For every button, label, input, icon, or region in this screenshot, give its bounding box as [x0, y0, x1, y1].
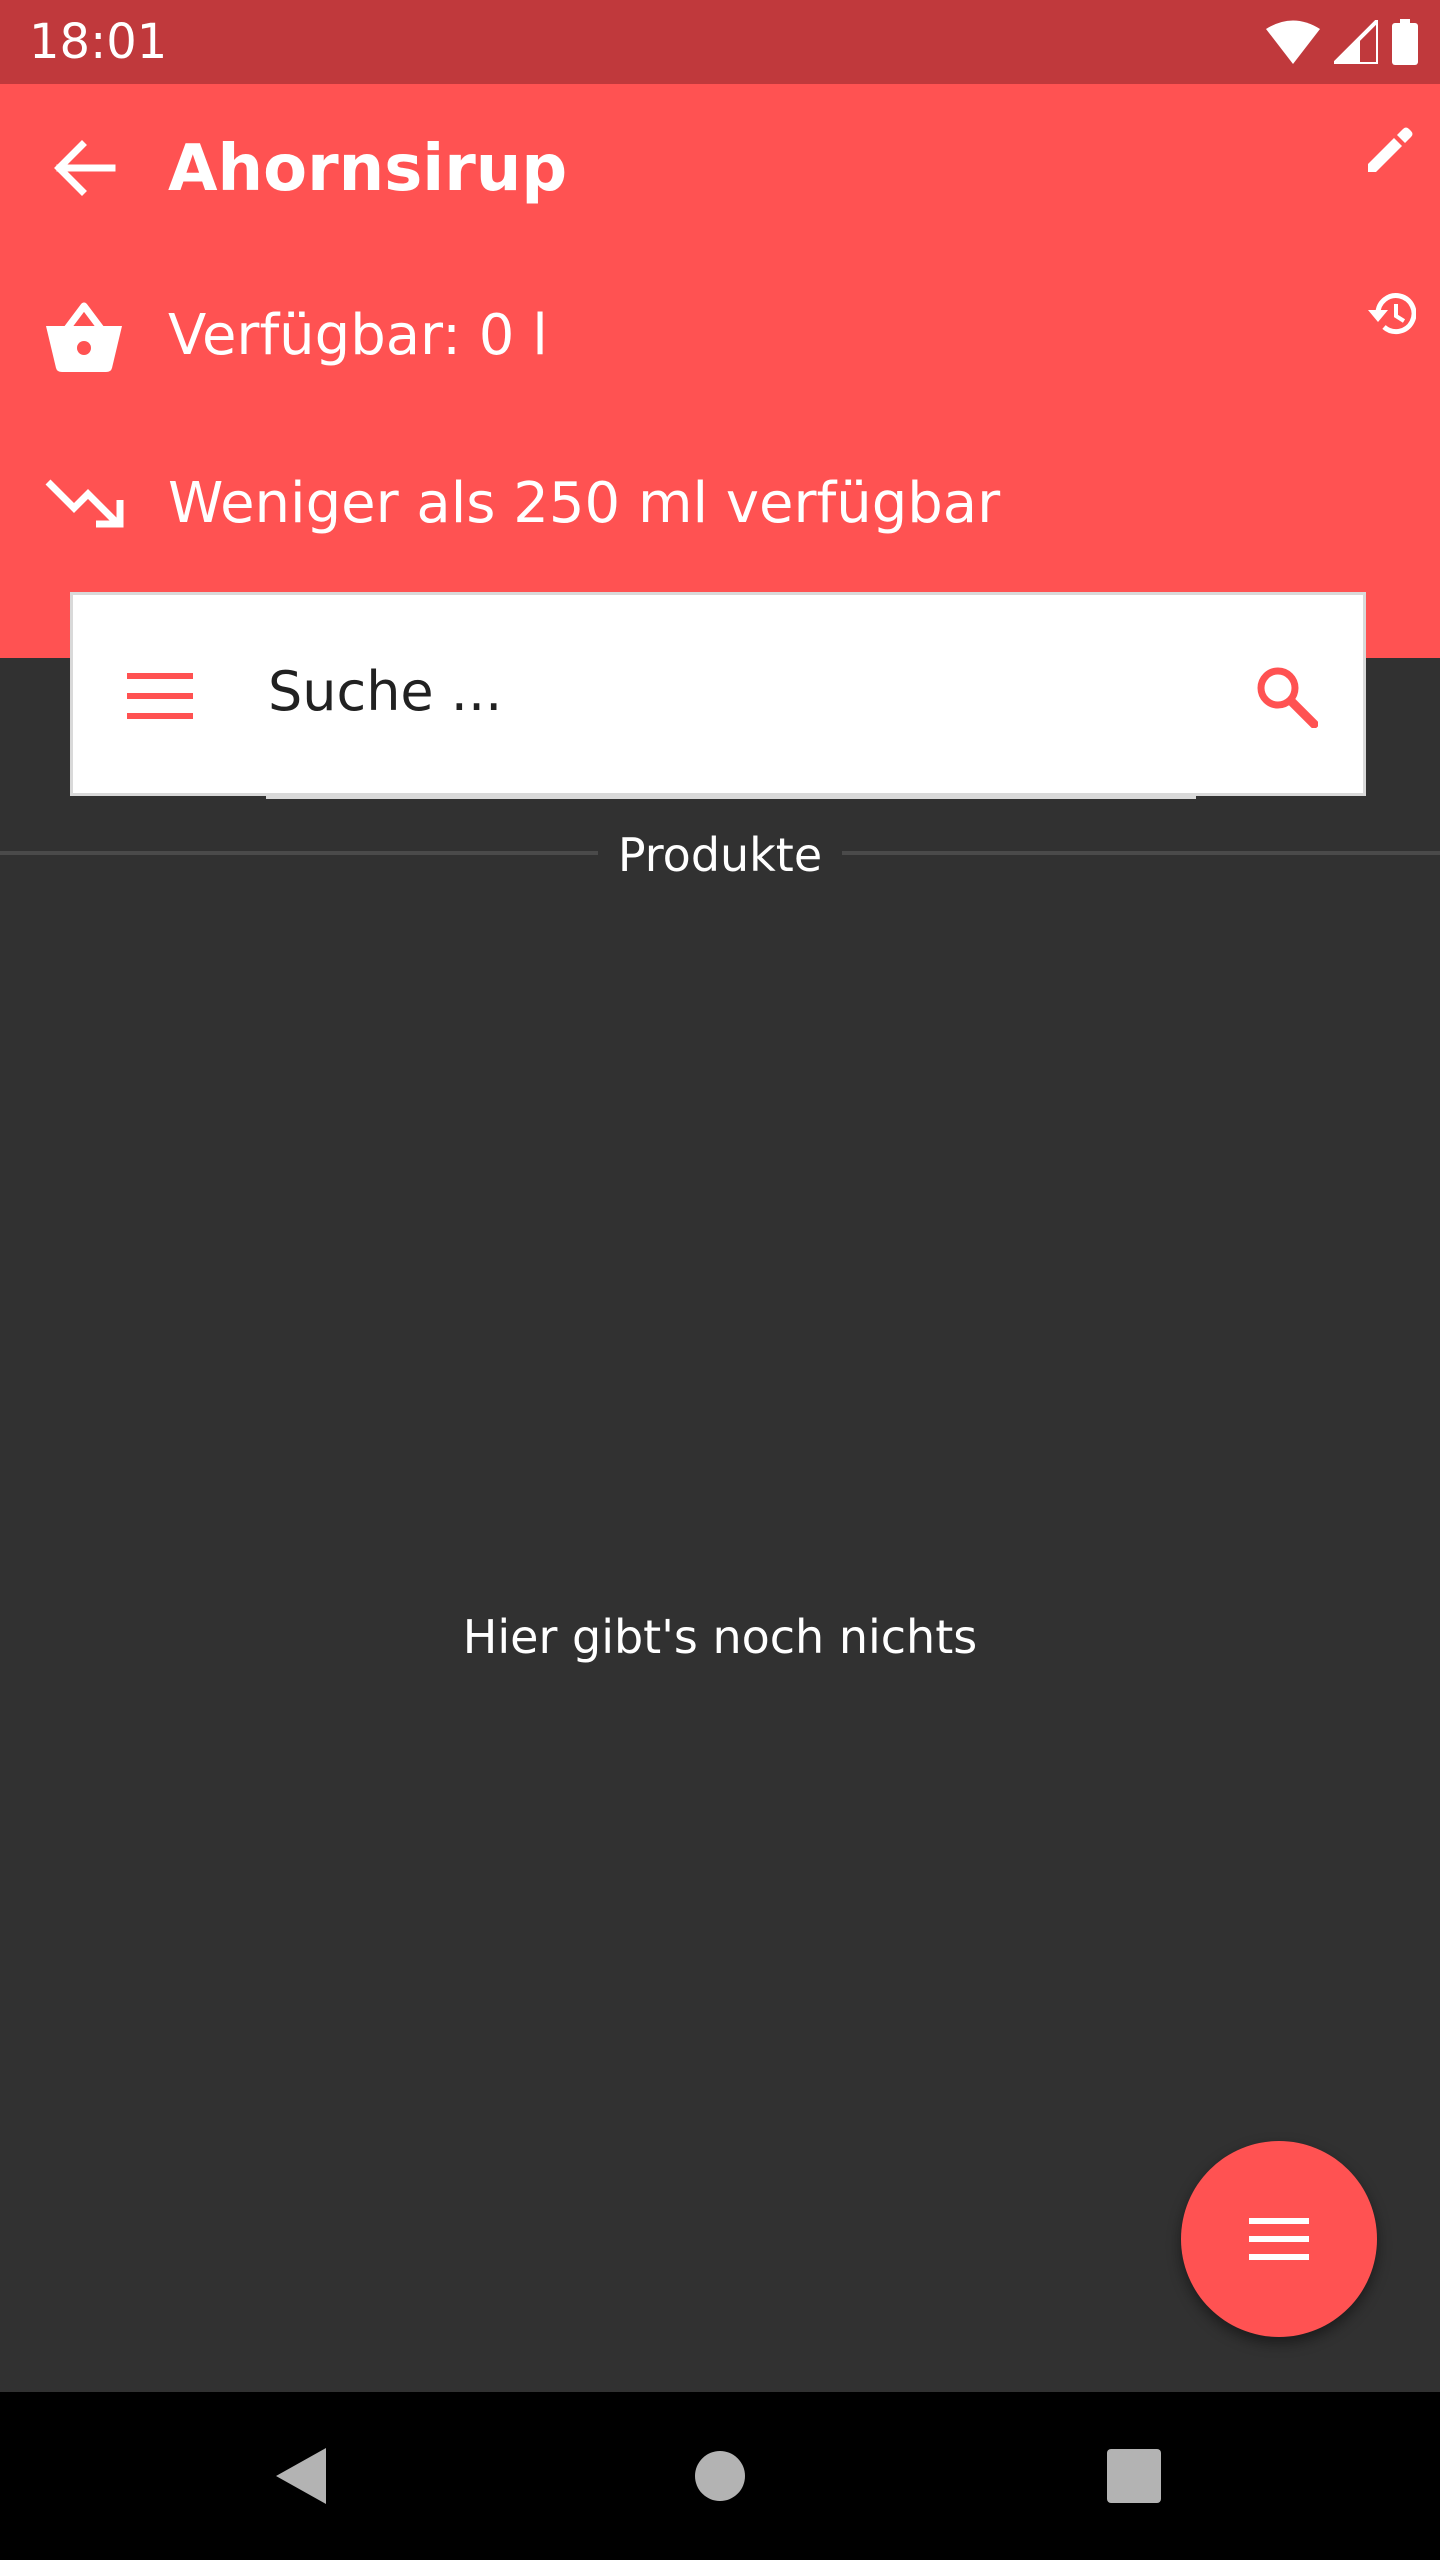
arrow-left-icon: [54, 140, 116, 196]
search-input[interactable]: Suche ...: [268, 657, 502, 727]
available-row-icon: [40, 294, 128, 378]
back-triangle-icon: [276, 2448, 326, 2504]
menu-icon: [1249, 2218, 1309, 2260]
tab-products-wrapper: Produkte: [0, 820, 1440, 890]
back-button[interactable]: [44, 132, 124, 204]
nav-home-button[interactable]: [640, 2392, 800, 2560]
trending-down-icon: [45, 479, 124, 528]
battery-icon: [1392, 19, 1418, 65]
section-divider: [0, 851, 1440, 855]
drawer-menu-button[interactable]: [117, 657, 203, 735]
status-time: 18:01: [29, 14, 168, 70]
available-quantity-text: Verfügbar: 0 l: [168, 303, 548, 368]
min-stock-text: Weniger als 250 ml verfügbar: [168, 471, 1001, 536]
search-icon: [1257, 667, 1318, 728]
threshold-row-icon: [40, 464, 128, 540]
history-button[interactable]: [1352, 276, 1428, 352]
basket-icon: [46, 302, 122, 372]
home-circle-icon: [695, 2451, 745, 2501]
search-underline: [266, 796, 1196, 799]
wifi-icon: [1266, 20, 1320, 64]
edit-button[interactable]: [1352, 112, 1428, 188]
nav-back-button[interactable]: [220, 2392, 380, 2560]
status-bar: 18:01: [0, 0, 1440, 84]
recents-square-icon: [1107, 2449, 1161, 2503]
hamburger-menu-icon: [127, 673, 193, 719]
system-nav-bar: [0, 2392, 1440, 2560]
nav-recents-button[interactable]: [1054, 2392, 1214, 2560]
empty-state-message: Hier gibt's noch nichts: [462, 1610, 978, 1664]
page-title: Ahornsirup: [168, 132, 568, 206]
history-icon: [1368, 293, 1416, 335]
status-icons: [1266, 18, 1418, 66]
search-bar[interactable]: Suche ...: [70, 592, 1366, 796]
pencil-icon: [1368, 127, 1413, 172]
fab-menu-button[interactable]: [1181, 2141, 1377, 2337]
tab-products[interactable]: Produkte: [597, 820, 843, 890]
search-button[interactable]: [1243, 657, 1329, 735]
signal-icon: [1334, 20, 1378, 64]
